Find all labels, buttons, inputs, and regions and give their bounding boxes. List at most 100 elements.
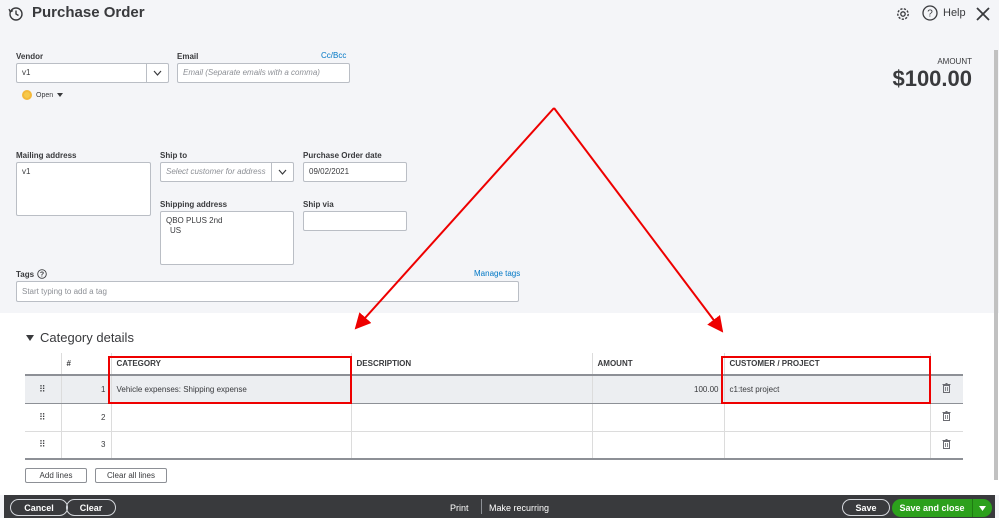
cc-bcc-link[interactable]: Cc/Bcc bbox=[321, 51, 346, 60]
row-number: 1 bbox=[61, 375, 112, 404]
save-and-close-button[interactable]: Save and close bbox=[892, 499, 992, 517]
trash-icon bbox=[942, 438, 951, 449]
amount-cell[interactable]: 100.00 bbox=[592, 375, 725, 404]
shipping-address-label: Shipping address bbox=[160, 200, 228, 209]
caret-down-icon bbox=[57, 93, 64, 97]
po-date-label: Purchase Order date bbox=[303, 151, 382, 160]
cancel-button[interactable]: Cancel bbox=[10, 499, 68, 516]
help-label[interactable]: Help bbox=[943, 7, 966, 19]
chevron-down-icon[interactable] bbox=[146, 64, 168, 82]
delete-row-button[interactable] bbox=[930, 431, 963, 460]
shipping-address-line2: US bbox=[170, 226, 182, 235]
description-cell[interactable] bbox=[351, 431, 593, 460]
column-header-number: # bbox=[61, 353, 112, 376]
amount-cell[interactable] bbox=[592, 403, 725, 432]
footer-divider bbox=[481, 499, 482, 514]
chevron-down-icon[interactable] bbox=[972, 499, 992, 517]
make-recurring-link[interactable]: Make recurring bbox=[489, 503, 549, 513]
trash-icon bbox=[942, 383, 951, 394]
ship-via-label: Ship via bbox=[303, 200, 334, 209]
mailing-address-label: Mailing address bbox=[16, 151, 77, 160]
amount-cell[interactable] bbox=[592, 431, 725, 460]
description-cell[interactable] bbox=[351, 375, 593, 404]
mailing-address-field[interactable]: v1 bbox=[16, 162, 151, 216]
mailing-address-value: v1 bbox=[22, 167, 31, 176]
status-label: Open bbox=[36, 91, 54, 99]
delete-row-button[interactable] bbox=[930, 375, 963, 404]
customer-project-cell[interactable]: c1:test project bbox=[724, 375, 931, 404]
category-cell[interactable]: Vehicle expenses: Shipping expense bbox=[111, 375, 352, 404]
description-cell[interactable] bbox=[351, 403, 593, 432]
shipping-address-field[interactable]: QBO PLUS 2nd US bbox=[160, 211, 294, 265]
trash-icon bbox=[942, 411, 951, 421]
ship-to-select[interactable]: Select customer for address bbox=[160, 162, 294, 182]
column-header-amount: AMOUNT bbox=[592, 353, 725, 376]
svg-text:?: ? bbox=[40, 272, 44, 279]
row-number: 3 bbox=[61, 431, 112, 460]
drag-handle-icon[interactable]: ⠿ bbox=[25, 403, 62, 432]
vendor-value: v1 bbox=[22, 68, 31, 77]
save-and-close-label: Save and close bbox=[899, 503, 965, 513]
table-row[interactable]: ⠿ 1 Vehicle expenses: Shipping expense 1… bbox=[25, 375, 963, 404]
gear-icon[interactable] bbox=[894, 5, 912, 23]
table-row[interactable]: ⠿ 2 bbox=[25, 403, 963, 432]
table-header-row: # CATEGORY DESCRIPTION AMOUNT CUSTOMER /… bbox=[25, 353, 963, 376]
collapse-caret-icon bbox=[26, 334, 34, 341]
shipping-address-line1: QBO PLUS 2nd bbox=[166, 216, 223, 225]
ship-to-label: Ship to bbox=[160, 151, 188, 160]
history-icon[interactable] bbox=[8, 6, 24, 22]
column-header-description: DESCRIPTION bbox=[351, 353, 593, 376]
tags-placeholder: Start typing to add a tag bbox=[22, 287, 107, 296]
email-label: Email bbox=[177, 52, 199, 61]
email-placeholder: Email (Separate emails with a comma) bbox=[183, 68, 320, 77]
po-date-field[interactable]: 09/02/2021 bbox=[303, 162, 407, 182]
tags-input[interactable]: Start typing to add a tag bbox=[16, 281, 519, 302]
customer-project-cell[interactable] bbox=[724, 431, 931, 460]
manage-tags-link[interactable]: Manage tags bbox=[474, 269, 520, 278]
clear-button[interactable]: Clear bbox=[66, 499, 116, 516]
status-dropdown[interactable]: Open bbox=[22, 90, 64, 100]
row-number: 2 bbox=[61, 403, 112, 432]
tags-label-row: Tags ? bbox=[16, 269, 47, 279]
header: Purchase Order ? Help bbox=[0, 0, 999, 30]
scrollbar[interactable] bbox=[993, 40, 999, 487]
save-button[interactable]: Save bbox=[842, 499, 890, 516]
category-cell[interactable] bbox=[111, 431, 352, 460]
help-icon[interactable]: ? bbox=[922, 5, 938, 21]
print-link[interactable]: Print bbox=[450, 503, 469, 513]
page-title: Purchase Order bbox=[32, 4, 145, 21]
add-lines-button[interactable]: Add lines bbox=[25, 468, 87, 483]
annotation-arrow-right bbox=[553, 107, 724, 333]
vendor-select[interactable]: v1 bbox=[16, 63, 169, 83]
tags-label: Tags bbox=[16, 269, 35, 279]
footer-bar: Cancel Clear Print Make recurring Save S… bbox=[4, 495, 995, 518]
chevron-down-icon[interactable] bbox=[271, 163, 293, 181]
delete-row-button[interactable] bbox=[930, 403, 963, 432]
vendor-label: Vendor bbox=[16, 52, 44, 61]
email-field[interactable]: Email (Separate emails with a comma) bbox=[177, 63, 350, 83]
ship-to-placeholder: Select customer for address bbox=[166, 167, 266, 176]
status-icon bbox=[22, 90, 32, 100]
delete-column-header bbox=[930, 353, 963, 376]
customer-project-cell[interactable] bbox=[724, 403, 931, 432]
column-header-category: CATEGORY bbox=[111, 353, 352, 376]
category-table: # CATEGORY DESCRIPTION AMOUNT CUSTOMER /… bbox=[25, 353, 963, 460]
category-details-section: Category details # CATEGORY DESCRIPTION … bbox=[0, 313, 999, 495]
drag-handle-icon[interactable]: ⠿ bbox=[25, 431, 62, 460]
drag-column-header bbox=[25, 353, 62, 376]
ship-via-field[interactable] bbox=[303, 211, 407, 231]
amount-label: AMOUNT bbox=[937, 57, 972, 66]
svg-text:?: ? bbox=[927, 9, 933, 20]
scrollbar-thumb[interactable] bbox=[994, 50, 998, 480]
clear-all-lines-button[interactable]: Clear all lines bbox=[95, 468, 167, 483]
category-details-title: Category details bbox=[40, 330, 134, 345]
amount-value: $100.00 bbox=[892, 66, 972, 91]
close-icon[interactable] bbox=[974, 5, 992, 23]
column-header-customer-project: CUSTOMER / PROJECT bbox=[724, 353, 931, 376]
table-row[interactable]: ⠿ 3 bbox=[25, 431, 963, 460]
info-icon[interactable]: ? bbox=[37, 269, 47, 279]
drag-handle-icon[interactable]: ⠿ bbox=[25, 375, 62, 404]
po-date-value: 09/02/2021 bbox=[309, 167, 350, 176]
category-cell[interactable] bbox=[111, 403, 352, 432]
category-details-toggle[interactable]: Category details bbox=[26, 330, 134, 345]
